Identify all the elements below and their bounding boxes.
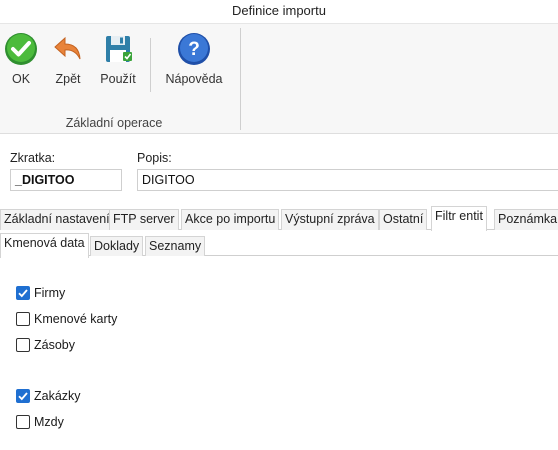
checkbox-label: Kmenové karty [34, 312, 118, 326]
tab-zakladni-nastaveni[interactable]: Základní nastavení [0, 209, 114, 230]
checkbox-firmy[interactable]: Firmy [16, 284, 65, 302]
tab-filtr-entit[interactable]: Filtr entit [431, 206, 487, 231]
checkbox-checked-icon [16, 286, 30, 300]
checkbox-kmenove-karty[interactable]: Kmenové karty [16, 310, 117, 328]
ribbon-group-label: Základní operace [65, 116, 163, 130]
window-title-bar: Definice importu [0, 0, 558, 24]
floppy-disk-icon [101, 32, 135, 66]
sub-tab-strip: Kmenová data Doklady Seznamy [0, 233, 558, 258]
checkbox-unchecked-icon [16, 312, 30, 326]
ok-button-label: OK [11, 72, 31, 86]
tab-akce-po-importu[interactable]: Akce po importu [181, 209, 280, 230]
checkbox-unchecked-icon [16, 415, 30, 429]
checkbox-label: Mzdy [34, 415, 64, 429]
checkbox-unchecked-icon [16, 338, 30, 352]
ribbon-group-divider [240, 28, 241, 130]
zkratka-label: Zkratka: [10, 151, 56, 165]
tab-ftp-server[interactable]: FTP server [109, 209, 179, 230]
tab-vystupni-zprava[interactable]: Výstupní zpráva [281, 209, 379, 230]
help-button[interactable]: ? Nápověda [160, 28, 228, 94]
checkbox-zasoby[interactable]: Zásoby [16, 336, 75, 354]
ok-button[interactable]: OK [2, 28, 40, 94]
ribbon-toolbar: OK Zpět Použít ? Nápověda Základní opera… [0, 24, 558, 134]
back-button[interactable]: Zpět [48, 28, 88, 94]
back-button-label: Zpět [55, 72, 81, 86]
help-button-label: Nápověda [165, 72, 223, 86]
checkbox-label: Zásoby [34, 338, 75, 352]
zkratka-field[interactable]: _DIGITOO [10, 169, 122, 191]
undo-arrow-icon [51, 32, 85, 66]
header-fields: Zkratka: _DIGITOO Popis: DIGITOO [0, 134, 558, 206]
apply-button[interactable]: Použít [96, 28, 140, 94]
ribbon-divider [150, 38, 151, 92]
subtab-doklady[interactable]: Doklady [90, 236, 144, 257]
checkbox-zakazky[interactable]: Zakázky [16, 387, 81, 405]
checkbox-mzdy[interactable]: Mzdy [16, 413, 64, 431]
main-tab-strip: Základní nastavení FTP server Akce po im… [0, 206, 558, 231]
subtab-seznamy[interactable]: Seznamy [145, 236, 206, 257]
apply-button-label: Použít [100, 72, 136, 86]
checkbox-checked-icon [16, 389, 30, 403]
help-question-icon: ? [177, 32, 211, 66]
checkbox-label: Firmy [34, 286, 66, 300]
subtab-kmenova-data[interactable]: Kmenová data [0, 233, 89, 258]
check-circle-icon [4, 32, 38, 66]
popis-field[interactable]: DIGITOO [137, 169, 558, 191]
popis-label: Popis: [137, 151, 172, 165]
svg-text:?: ? [188, 39, 200, 60]
tab-poznamka[interactable]: Poznámka [494, 209, 558, 230]
checkbox-label: Zakázky [34, 389, 81, 403]
window-title: Definice importu [232, 3, 326, 18]
entity-filter-panel: Firmy Kmenové karty Zásoby Zakázky Mzdy [0, 256, 558, 450]
tab-ostatni[interactable]: Ostatní [379, 209, 428, 230]
